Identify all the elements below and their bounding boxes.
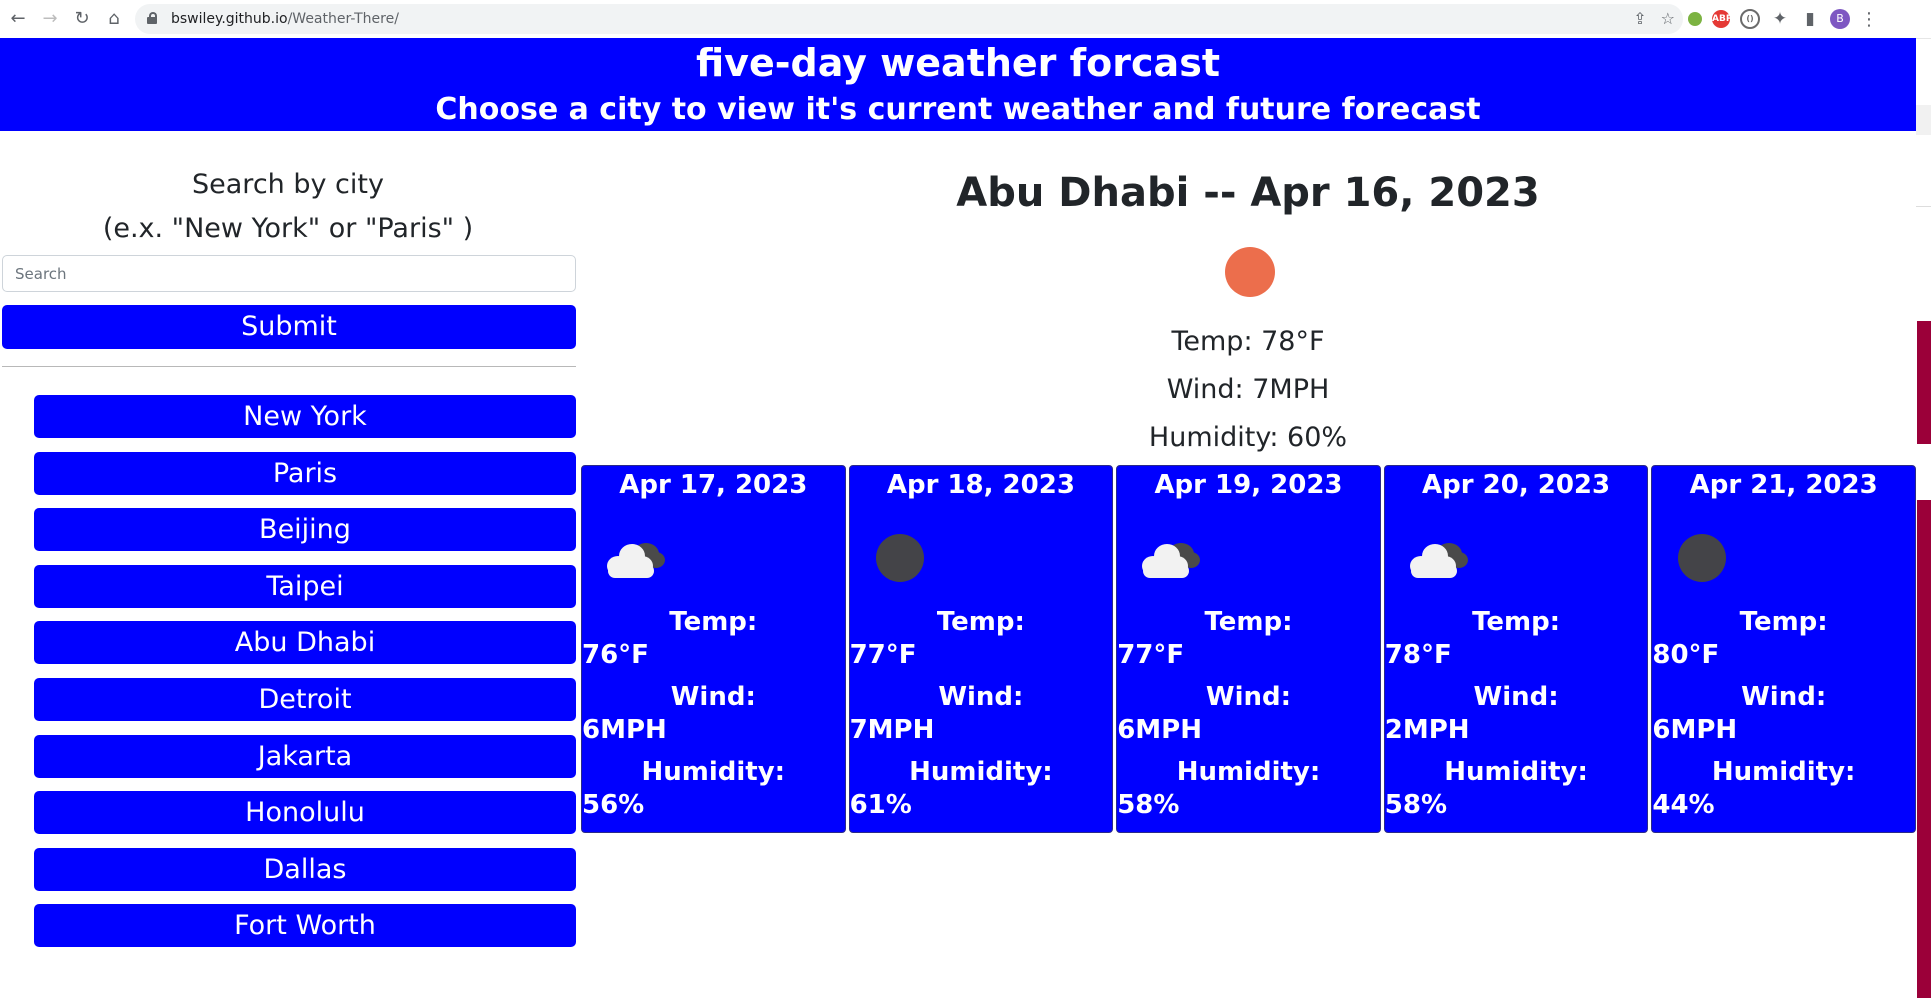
scrollbar-track	[1916, 105, 1931, 135]
forecast-card: Apr 17, 2023 Temp: 76°F Wind: 6MPH Humid…	[581, 465, 846, 833]
current-humidity: Humidity: 60%	[1148, 422, 1348, 453]
current-wind: Wind: 7MPH	[1166, 374, 1330, 405]
search-input[interactable]	[2, 255, 576, 292]
forecast-temp-value: 76°F	[582, 640, 649, 670]
forecast-humidity-value: 58%	[1117, 790, 1180, 820]
url-text[interactable]: bswiley.github.io/Weather-There/	[171, 4, 399, 34]
cloud-icon	[1409, 543, 1468, 578]
forecast-wind-value: 6MPH	[1117, 715, 1202, 745]
forecast-humidity-label: Humidity:	[1444, 757, 1588, 787]
moon-icon	[875, 534, 924, 582]
forecast-humidity-label: Humidity:	[1711, 757, 1856, 787]
url-path: /Weather-There/	[287, 11, 399, 27]
current-title: Abu Dhabi -- Apr 16, 2023	[956, 170, 1540, 216]
home-icon[interactable]: ⌂	[102, 7, 126, 31]
city-button-paris[interactable]: Paris	[34, 451, 576, 495]
forecast-temp-value: 80°F	[1652, 640, 1720, 670]
divider	[2, 366, 576, 367]
cloud-icon	[1142, 543, 1201, 578]
forecast-date: Apr 21, 2023	[1689, 470, 1878, 500]
current-temp: Temp: 78°F	[1171, 326, 1325, 357]
forecast-wind-value: 6MPH	[582, 715, 667, 745]
forecast-humidity-label: Humidity:	[1176, 757, 1321, 787]
url-host: bswiley.github.io	[171, 11, 288, 27]
edge-strip-upper	[1917, 321, 1931, 444]
forecast-wind-value: 6MPH	[1652, 715, 1738, 745]
city-button-jakarta[interactable]: Jakarta	[34, 734, 576, 778]
forecast-temp-label: Temp:	[669, 607, 758, 637]
moon-icon	[1678, 534, 1727, 582]
page-header: five-day weather forcast Choose a city t…	[0, 38, 1916, 131]
bookmark-star-icon[interactable]: ☆	[1661, 9, 1675, 29]
forecast-wind-value: 7MPH	[849, 715, 935, 745]
menu-kebab-icon[interactable]: ⋮	[1860, 9, 1878, 30]
forecast-humidity-label: Humidity:	[641, 757, 786, 787]
profile-avatar[interactable]: B	[1830, 9, 1850, 29]
forecast-card: Apr 20, 2023 Temp: 78°F Wind: 2MPH Humid…	[1383, 465, 1649, 833]
forecast-date: Apr 20, 2023	[1422, 470, 1611, 500]
extensions-puzzle-icon[interactable]: ✦	[1770, 10, 1790, 28]
city-history-list: New York Paris Beijing Taipei Abu Dhabi …	[34, 395, 576, 961]
reload-icon[interactable]: ↻	[70, 7, 94, 31]
forecast-card: Apr 18, 2023 Temp: 77°F Wind: 7MPH Humid…	[848, 465, 1114, 833]
search-hint: (e.x. "New York" or "Paris" )	[102, 213, 474, 244]
forecast-wind-label: Wind:	[1741, 682, 1827, 712]
forecast-card: Apr 19, 2023 Temp: 77°F Wind: 6MPH Humid…	[1116, 465, 1381, 833]
page-subtitle: Choose a city to view it's current weath…	[435, 92, 1481, 127]
city-button-taipei[interactable]: Taipei	[34, 564, 576, 608]
city-button-beijing[interactable]: Beijing	[34, 508, 576, 552]
forecast-temp-label: Temp:	[936, 607, 1025, 637]
forecast-temp-label: Temp:	[1204, 607, 1293, 637]
browser-toolbar: ← → ↻ ⌂ bswiley.github.io/Weather-There/…	[0, 0, 1931, 39]
share-icon[interactable]: ⇪	[1633, 9, 1646, 29]
forecast-humidity-value: 56%	[582, 790, 645, 820]
forecast-temp-value: 78°F	[1384, 640, 1452, 670]
forecast-date: Apr 18, 2023	[886, 470, 1075, 500]
address-bar[interactable]: bswiley.github.io/Weather-There/ ⇪ ☆	[135, 4, 1683, 34]
page-title: five-day weather forcast	[696, 41, 1220, 85]
city-button-honolulu[interactable]: Honolulu	[34, 791, 576, 835]
side-panel-icon[interactable]: ▮	[1800, 10, 1820, 28]
forecast-temp-value: 77°F	[1117, 640, 1185, 670]
forecast-temp-label: Temp:	[1739, 607, 1828, 637]
back-arrow-icon[interactable]: ←	[6, 7, 30, 31]
forecast-temp-label: Temp:	[1472, 607, 1561, 637]
search-heading: Search by city	[192, 169, 384, 200]
forecast-humidity-value: 44%	[1652, 790, 1715, 820]
edge-strip-lower	[1917, 500, 1931, 998]
forecast-humidity-label: Humidity:	[909, 757, 1053, 787]
forecast-wind-label: Wind:	[670, 682, 756, 712]
submit-button[interactable]: Submit	[2, 305, 576, 349]
forward-arrow-icon[interactable]: →	[38, 7, 62, 31]
edge-divider	[1916, 206, 1931, 207]
forecast-wind-value: 2MPH	[1384, 715, 1470, 745]
forecast-wind-label: Wind:	[1205, 682, 1292, 712]
city-button-abu-dhabi[interactable]: Abu Dhabi	[34, 621, 576, 665]
city-button-new-york[interactable]: New York	[34, 395, 576, 438]
extension-circle-icon[interactable]: ()	[1740, 9, 1760, 29]
adblock-plus-icon[interactable]: ABP	[1712, 10, 1732, 28]
forecast-wind-label: Wind:	[938, 682, 1024, 712]
forecast-date: Apr 19, 2023	[1154, 470, 1343, 500]
lock-icon[interactable]	[147, 12, 157, 24]
forecast-card: Apr 21, 2023 Temp: 80°F Wind: 6MPH Humid…	[1651, 465, 1916, 833]
forecast-wind-label: Wind:	[1473, 682, 1559, 712]
sun-icon	[1225, 247, 1275, 297]
city-button-detroit[interactable]: Detroit	[34, 677, 576, 721]
city-button-dallas[interactable]: Dallas	[34, 847, 576, 891]
city-button-fort-worth[interactable]: Fort Worth	[34, 904, 576, 948]
forecast-humidity-value: 61%	[849, 790, 912, 820]
forecast-temp-value: 77°F	[849, 640, 917, 670]
cloud-icon	[607, 543, 665, 578]
forecast-row: Apr 17, 2023 Temp: 76°F Wind: 6MPH Humid…	[581, 465, 1916, 833]
forecast-humidity-value: 58%	[1384, 790, 1448, 820]
forecast-date: Apr 17, 2023	[619, 470, 808, 500]
extension-green-icon[interactable]	[1688, 12, 1702, 26]
